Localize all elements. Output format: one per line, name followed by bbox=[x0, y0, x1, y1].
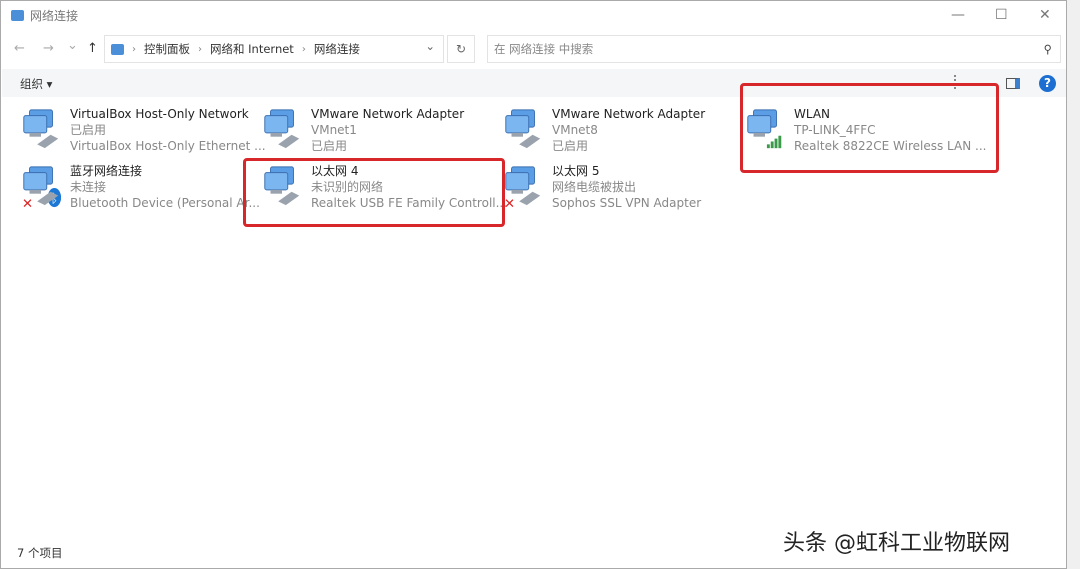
connection-item[interactable]: VirtualBox Host-Only Network 已启用 Virtual… bbox=[21, 106, 266, 158]
chevron-right-icon: › bbox=[198, 43, 202, 55]
watermark: 头条 @虹科工业物联网 bbox=[783, 531, 1010, 556]
breadcrumb-network-connections[interactable]: 网络连接 bbox=[314, 41, 360, 57]
network-adapter-icon: ᛒ✕ bbox=[22, 166, 61, 209]
network-cable-icon bbox=[278, 134, 300, 149]
connection-item[interactable]: ᛒ✕ 蓝牙网络连接 未连接 Bluetooth Device (Personal… bbox=[21, 163, 260, 215]
connection-device: 已启用 bbox=[552, 139, 589, 153]
connection-name: VMware Network Adapter bbox=[552, 107, 706, 121]
chevron-right-icon: › bbox=[301, 43, 306, 55]
search-input[interactable]: 在 网络连接 中搜索 ⚲ bbox=[487, 35, 1061, 63]
connection-item[interactable]: VMware Network Adapter VMnet8 已启用 bbox=[503, 106, 738, 158]
connection-item[interactable]: ✕ 以太网 5 网络电缆被拔出 Sophos SSL VPN Adapter bbox=[503, 163, 738, 215]
connection-status: 已启用 bbox=[70, 123, 107, 137]
breadcrumb-control-panel[interactable]: 控制面板 bbox=[144, 41, 190, 57]
up-button[interactable]: ↑ bbox=[87, 41, 98, 56]
connection-device: VirtualBox Host-Only Ethernet ... bbox=[70, 139, 266, 153]
highlight-box-wlan bbox=[740, 83, 999, 173]
organize-menu[interactable]: 组织 ▾ bbox=[20, 76, 52, 92]
connection-device: 已启用 bbox=[311, 139, 348, 153]
network-connections-window: 网络连接 — ☐ ✕ ← → ⌄ ↑ › 控制面板 › 网络和 Internet… bbox=[0, 0, 1067, 569]
title-bar: 网络连接 bbox=[11, 7, 78, 24]
highlight-box-ethernet4 bbox=[243, 158, 505, 227]
connection-name: VMware Network Adapter bbox=[311, 107, 465, 121]
network-adapter-icon bbox=[505, 109, 541, 149]
network-adapter-icon bbox=[264, 109, 300, 149]
network-folder-icon bbox=[111, 43, 124, 55]
minimize-button[interactable]: — bbox=[951, 7, 965, 23]
network-adapter-icon bbox=[23, 109, 59, 149]
address-dropdown-button[interactable]: ⌄ bbox=[425, 39, 435, 53]
connection-status: VMnet8 bbox=[552, 123, 598, 137]
connection-name: 蓝牙网络连接 bbox=[70, 164, 143, 178]
forward-button[interactable]: → bbox=[43, 41, 54, 56]
search-placeholder: 在 网络连接 中搜索 bbox=[494, 42, 594, 56]
help-button[interactable]: ? bbox=[1039, 75, 1056, 92]
connection-status: 网络电缆被拔出 bbox=[552, 180, 637, 194]
network-cable-icon bbox=[37, 134, 59, 149]
network-cable-icon bbox=[519, 134, 541, 149]
close-button[interactable]: ✕ bbox=[1039, 7, 1051, 23]
connection-name: VirtualBox Host-Only Network bbox=[70, 107, 249, 121]
breadcrumb-network-internet[interactable]: 网络和 Internet bbox=[210, 41, 294, 57]
connection-status: 未连接 bbox=[70, 180, 107, 194]
connection-status: VMnet1 bbox=[311, 123, 357, 137]
chevron-right-icon: › bbox=[132, 43, 136, 55]
network-folder-icon bbox=[11, 10, 24, 21]
network-cable-icon bbox=[519, 191, 541, 206]
search-icon[interactable]: ⚲ bbox=[1044, 36, 1052, 62]
disconnected-x-icon: ✕ bbox=[22, 197, 33, 209]
connection-device: Sophos SSL VPN Adapter bbox=[552, 196, 702, 210]
connection-item[interactable]: VMware Network Adapter VMnet1 已启用 bbox=[262, 106, 497, 158]
recent-locations-button[interactable]: ⌄ bbox=[67, 38, 78, 53]
network-adapter-icon: ✕ bbox=[504, 166, 541, 209]
window-edge bbox=[1067, 0, 1080, 569]
status-item-count: 7 个项目 bbox=[17, 546, 63, 560]
back-button[interactable]: ← bbox=[14, 41, 25, 56]
maximize-button[interactable]: ☐ bbox=[995, 7, 1008, 23]
preview-pane-icon[interactable] bbox=[1006, 78, 1020, 89]
disconnected-x-icon: ✕ bbox=[504, 197, 515, 209]
connection-name: 以太网 5 bbox=[552, 164, 600, 178]
refresh-button[interactable]: ↻ bbox=[447, 35, 475, 63]
window-title: 网络连接 bbox=[30, 9, 79, 23]
connection-device: Bluetooth Device (Personal Ar... bbox=[70, 196, 260, 210]
address-bar[interactable]: › 控制面板 › 网络和 Internet › 网络连接 ⌄ bbox=[104, 35, 444, 63]
